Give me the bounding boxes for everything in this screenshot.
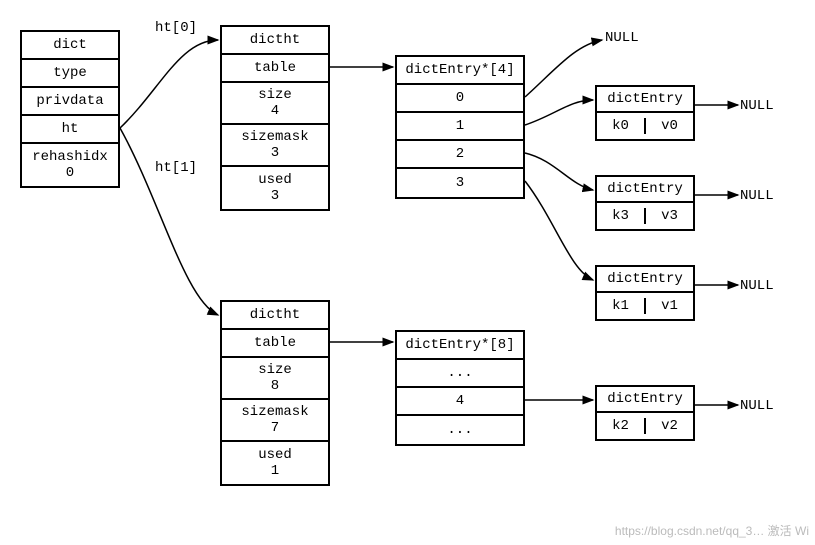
tableb-header: dictEntry*[8] (397, 332, 523, 360)
dictht1-size: size 8 (222, 358, 328, 400)
dictht1-sizemask-value: 7 (271, 420, 279, 436)
tableb-slot-1: 4 (397, 388, 523, 416)
dictht0-used-value: 3 (271, 188, 279, 204)
dictht1-used-label: used (258, 447, 292, 463)
e0-kv: k0 v0 (597, 113, 693, 139)
dictht1-sizemask-label: sizemask (241, 404, 308, 420)
e2-kv: k1 v1 (597, 293, 693, 319)
dictht0-sizemask-label: sizemask (241, 129, 308, 145)
tablea-slot-2: 2 (397, 141, 523, 169)
tableb-slot-2: ... (397, 416, 523, 444)
dict-type: type (22, 60, 118, 88)
dictht0-title: dictht (222, 27, 328, 55)
tablea-slot-1: 1 (397, 113, 523, 141)
dictht1-size-value: 8 (271, 378, 279, 394)
rehashidx-label: rehashidx (32, 149, 108, 165)
e1-kv: k3 v3 (597, 203, 693, 229)
entry-e2: dictEntry k1 v1 (595, 265, 695, 321)
null-e1: NULL (740, 188, 774, 204)
ht1-label: ht[1] (155, 160, 197, 176)
dictht1-used-value: 1 (271, 463, 279, 479)
dictht1-struct: dictht table size 8 sizemask 7 used 1 (220, 300, 330, 486)
e0-title: dictEntry (597, 87, 693, 113)
watermark: https://blog.csdn.net/qq_3… 激活 Wi (615, 522, 809, 539)
e2-title: dictEntry (597, 267, 693, 293)
e2-v: v1 (646, 298, 693, 314)
tableb-struct: dictEntry*[8] ... 4 ... (395, 330, 525, 446)
entry-e0: dictEntry k0 v0 (595, 85, 695, 141)
e2-k: k1 (597, 298, 646, 314)
dictht0-sizemask: sizemask 3 (222, 125, 328, 167)
dictht0-size: size 4 (222, 83, 328, 125)
tablea-slot-0: 0 (397, 85, 523, 113)
dictht1-used: used 1 (222, 442, 328, 484)
dict-title: dict (22, 32, 118, 60)
tablea-struct: dictEntry*[4] 0 1 2 3 (395, 55, 525, 199)
dict-rehash: rehashidx 0 (22, 144, 118, 186)
e3-kv: k2 v2 (597, 413, 693, 439)
entry-e3: dictEntry k2 v2 (595, 385, 695, 441)
dict-privdata: privdata (22, 88, 118, 116)
e1-k: k3 (597, 208, 646, 224)
dictht0-size-label: size (258, 87, 292, 103)
tablea-slot-3: 3 (397, 169, 523, 197)
e3-title: dictEntry (597, 387, 693, 413)
ht0-label: ht[0] (155, 20, 197, 36)
null-top: NULL (605, 30, 639, 46)
null-e2: NULL (740, 278, 774, 294)
tableb-slot-0: ... (397, 360, 523, 388)
e0-k: k0 (597, 118, 646, 134)
entry-e1: dictEntry k3 v3 (595, 175, 695, 231)
dict-ht: ht (22, 116, 118, 144)
dictht0-used: used 3 (222, 167, 328, 209)
e1-v: v3 (646, 208, 693, 224)
dictht1-title: dictht (222, 302, 328, 330)
dictht1-sizemask: sizemask 7 (222, 400, 328, 442)
dictht0-size-value: 4 (271, 103, 279, 119)
dict-struct: dict type privdata ht rehashidx 0 (20, 30, 120, 188)
dictht1-table: table (222, 330, 328, 358)
dictht0-sizemask-value: 3 (271, 145, 279, 161)
rehashidx-value: 0 (66, 165, 74, 181)
dictht0-table: table (222, 55, 328, 83)
dictht0-struct: dictht table size 4 sizemask 3 used 3 (220, 25, 330, 211)
tablea-header: dictEntry*[4] (397, 57, 523, 85)
e1-title: dictEntry (597, 177, 693, 203)
e3-v: v2 (646, 418, 693, 434)
dictht0-used-label: used (258, 172, 292, 188)
dictht1-size-label: size (258, 362, 292, 378)
e0-v: v0 (646, 118, 693, 134)
null-e0: NULL (740, 98, 774, 114)
null-e3: NULL (740, 398, 774, 414)
e3-k: k2 (597, 418, 646, 434)
